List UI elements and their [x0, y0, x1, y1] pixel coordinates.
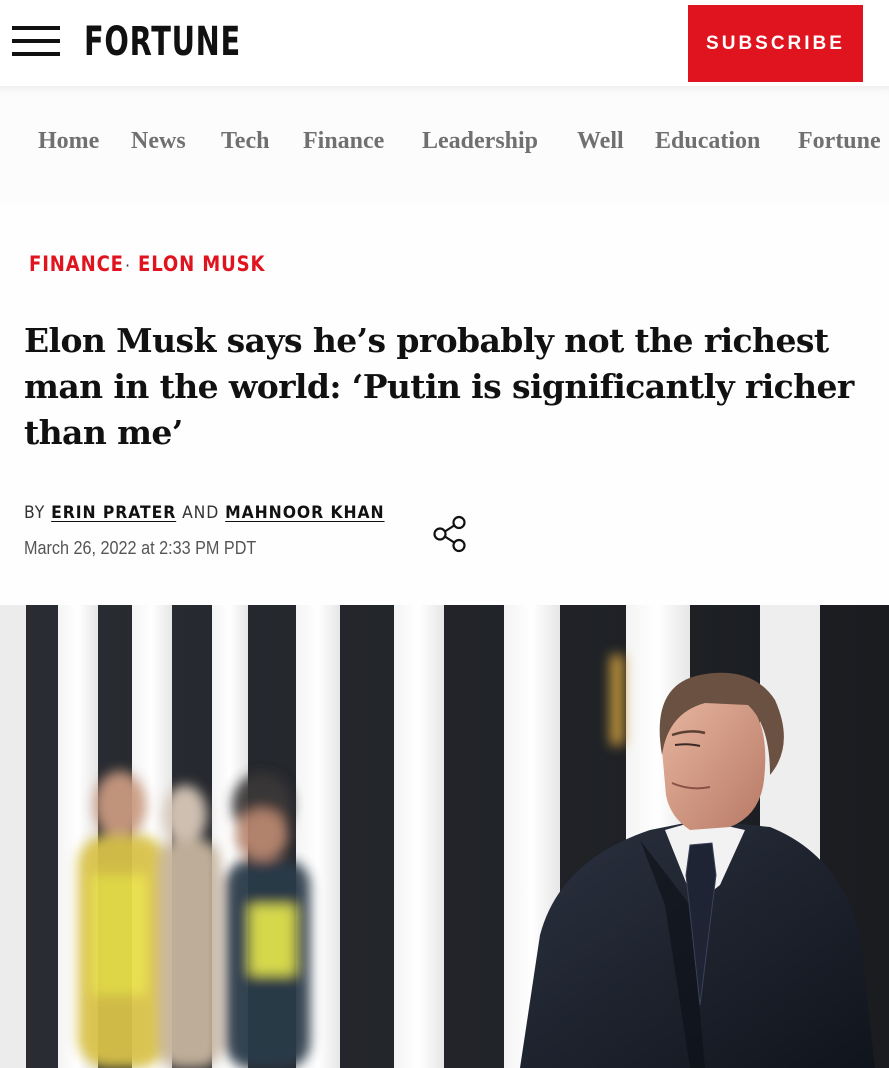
category-finance[interactable]: FINANCE — [29, 252, 124, 280]
hamburger-line — [12, 52, 60, 56]
nav-item-leadership[interactable]: Leadership — [422, 128, 538, 155]
main-nav: Home News Tech Finance Leadership Well E… — [0, 86, 889, 204]
author-link-mahnoor-khan[interactable]: MAHNOOR KHAN — [225, 503, 384, 523]
nav-item-tech[interactable]: Tech — [221, 128, 269, 155]
byline-by: BY — [24, 503, 46, 523]
fortune-logo[interactable]: FORTUNE — [84, 14, 241, 70]
hamburger-line — [12, 26, 60, 30]
nav-item-home[interactable]: Home — [38, 128, 99, 155]
author-link-erin-prater[interactable]: ERIN PRATER — [51, 503, 176, 523]
hero-image — [0, 605, 889, 1068]
nav-item-fortune[interactable]: Fortune — [798, 128, 881, 155]
category-elon-musk[interactable]: ELON MUSK — [138, 252, 265, 280]
hamburger-line — [12, 39, 60, 43]
category-separator: · — [125, 256, 131, 275]
article-headline: Elon Musk says he’s probably not the ric… — [24, 321, 854, 452]
byline-and: AND — [182, 503, 220, 523]
hamburger-menu-icon[interactable] — [12, 26, 60, 58]
subscribe-button[interactable]: SUBSCRIBE — [688, 5, 863, 82]
nav-item-finance[interactable]: Finance — [303, 128, 384, 155]
top-bar: FORTUNE SUBSCRIBE — [0, 0, 889, 86]
nav-item-news[interactable]: News — [131, 128, 186, 155]
nav-item-well[interactable]: Well — [577, 128, 624, 155]
publish-date: March 26, 2022 at 2:33 PM PDT — [24, 538, 257, 558]
byline: BY ERIN PRATER AND MAHNOOR KHAN — [24, 503, 385, 529]
nav-item-education[interactable]: Education — [655, 128, 760, 155]
share-icon[interactable] — [430, 514, 470, 554]
